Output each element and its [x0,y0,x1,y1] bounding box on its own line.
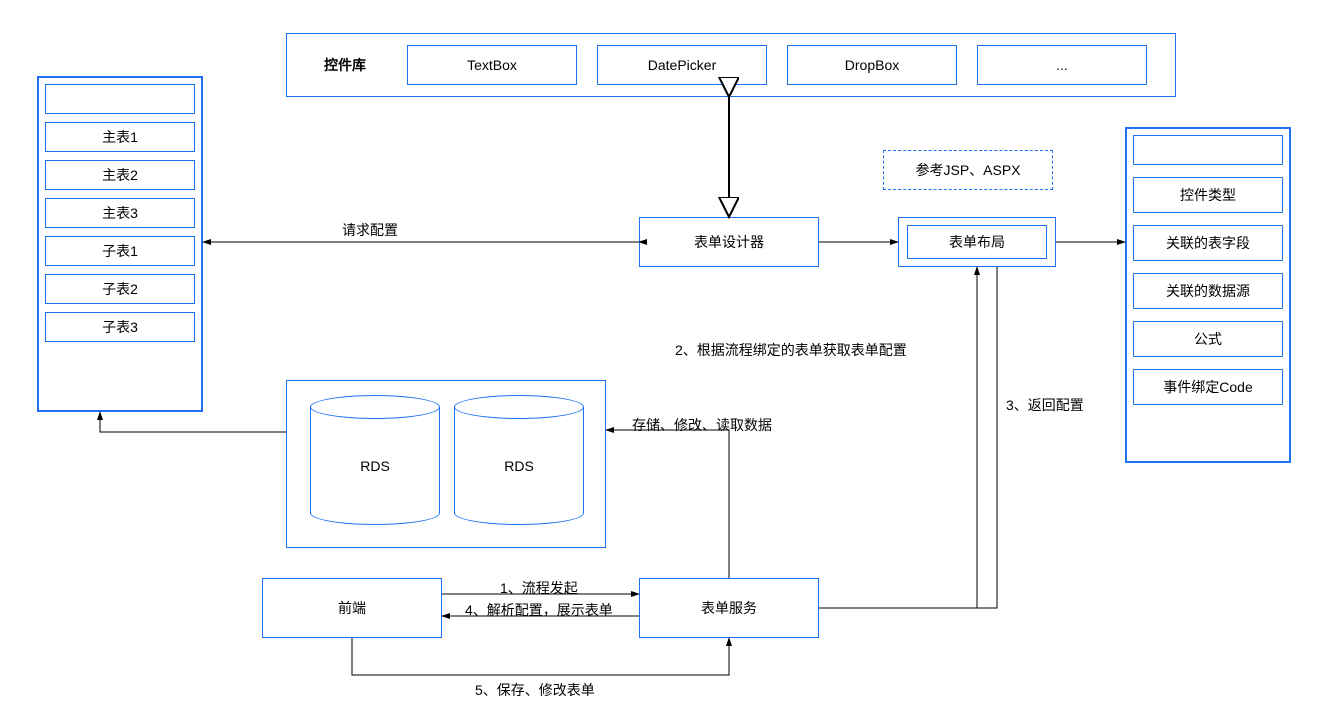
field-related-field: 关联的表字段 [1133,225,1283,261]
sub-table-1: 子表1 [45,236,195,266]
label-step4: 4、解析配置，展示表单 [465,600,613,620]
form-service: 表单服务 [639,578,819,638]
control-library-title: 控件库 [295,55,395,75]
main-table-2: 主表2 [45,160,195,190]
sub-table-3: 子表3 [45,312,195,342]
form-layout: 表单布局 [898,217,1056,267]
control-dropbox: DropBox [787,45,957,85]
diagram-canvas: 控件库 TextBox DatePicker DropBox ... 表单数据配… [0,0,1326,716]
label-step2: 2、根据流程绑定的表单获取表单配置 [675,340,907,360]
rds-cylinder-2: RDS [454,395,584,525]
control-datepicker: DatePicker [597,45,767,85]
main-table-3: 主表3 [45,198,195,228]
label-request-config: 请求配置 [342,220,398,240]
label-step5: 5、保存、修改表单 [475,680,595,700]
field-config-panel: 字段配置 控件类型 关联的表字段 关联的数据源 公式 事件绑定Code [1125,127,1291,463]
control-textbox: TextBox [407,45,577,85]
field-control-type: 控件类型 [1133,177,1283,213]
frontend: 前端 [262,578,442,638]
control-library-container: 控件库 TextBox DatePicker DropBox ... [286,33,1176,97]
label-store: 存储、修改、读取数据 [632,415,772,435]
form-data-config-header: 表单数据配置 [45,84,195,114]
form-designer: 表单设计器 [639,217,819,267]
field-formula: 公式 [1133,321,1283,357]
label-step1: 1、流程发起 [500,578,578,598]
field-data-source: 关联的数据源 [1133,273,1283,309]
field-event-code: 事件绑定Code [1133,369,1283,405]
rds-cylinder-1: RDS [310,395,440,525]
main-table-1: 主表1 [45,122,195,152]
reference-box: 参考JSP、ASPX [883,150,1053,190]
sub-table-2: 子表2 [45,274,195,304]
field-config-header: 字段配置 [1133,135,1283,165]
control-more: ... [977,45,1147,85]
form-layout-inner: 表单布局 [907,225,1047,259]
form-data-config-panel: 表单数据配置 主表1 主表2 主表3 子表1 子表2 子表3 [37,76,203,412]
label-step3: 3、返回配置 [1006,395,1084,415]
